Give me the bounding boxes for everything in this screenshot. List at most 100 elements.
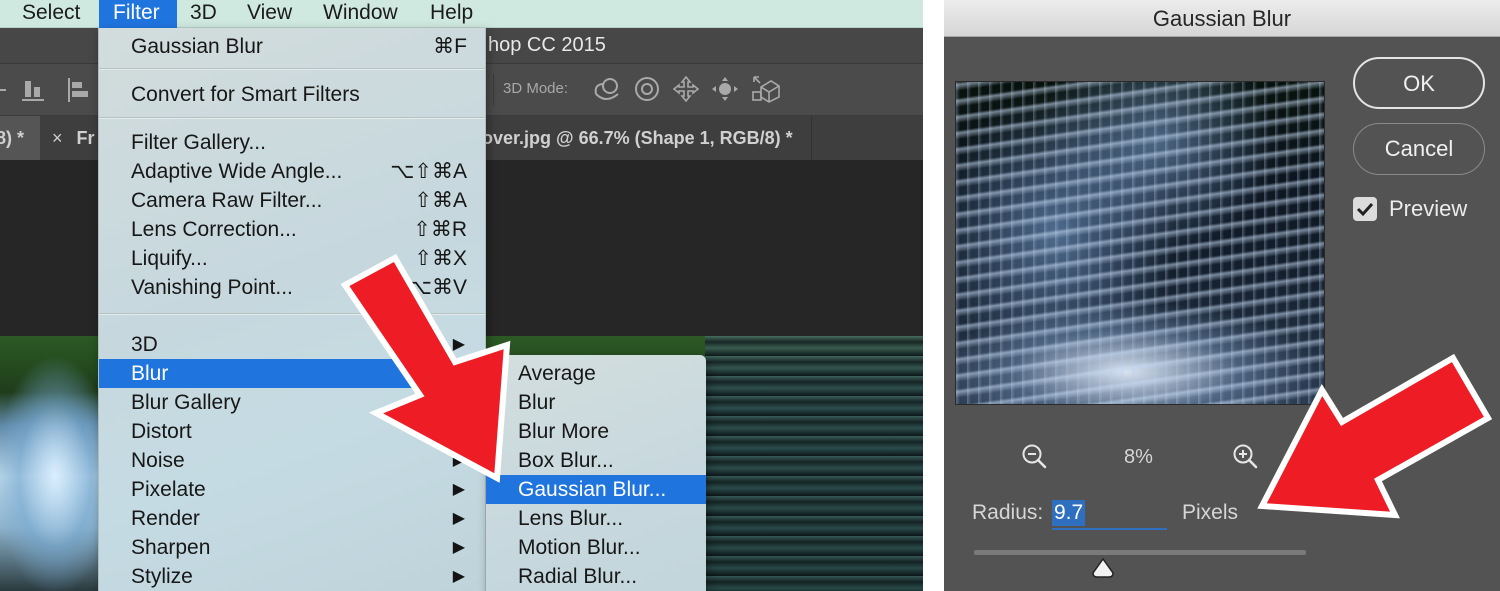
menu-item-distort[interactable]: Distort [99, 417, 485, 446]
menu-item-label: Adaptive Wide Angle... [131, 160, 343, 183]
menu-item-3d[interactable]: 3D ▶ [99, 330, 485, 359]
menu-item-label: Camera Raw Filter... [131, 189, 323, 212]
menu-item-liquify[interactable]: Liquify... ⇧⌘X [99, 244, 485, 273]
document-tab-1[interactable]: 8) * [0, 116, 40, 160]
menu-item-render[interactable]: Render ▶ [99, 504, 485, 533]
3d-mode-label: 3D Mode: [503, 80, 569, 97]
menu-item-label: Gaussian Blur [131, 35, 263, 58]
menu-item-label: Render [131, 507, 200, 530]
radius-value: 9.7 [1052, 500, 1086, 526]
menu-item-lens-correction[interactable]: Lens Correction... ⇧⌘R [99, 215, 485, 244]
blur-submenu: Average Blur Blur More Box Blur... Gauss… [486, 355, 706, 591]
menu-item-blur[interactable]: Blur [99, 359, 485, 388]
menu-item-label: Vanishing Point... [131, 276, 293, 299]
waterfall-photo-rocks [705, 336, 923, 591]
shortcut-label: ⇧⌘X [414, 247, 467, 270]
menu-item-last-filter[interactable]: Gaussian Blur ⌘F [99, 32, 485, 61]
radius-unit-label: Pixels [1182, 501, 1239, 524]
menu-item-label: Sharpen [131, 536, 211, 559]
menu-item-label: Filter Gallery... [131, 131, 266, 154]
menu-3d[interactable]: 3D [180, 0, 227, 28]
submenu-item-lens-blur[interactable]: Lens Blur... [486, 504, 706, 533]
preview-checkbox[interactable] [1353, 197, 1377, 221]
checkmark-icon [1356, 202, 1374, 217]
submenu-arrow-icon: ▶ [452, 568, 465, 585]
submenu-item-motion-blur[interactable]: Motion Blur... [486, 533, 706, 562]
submenu-item-box-blur[interactable]: Box Blur... [486, 446, 706, 475]
menu-help[interactable]: Help [420, 0, 483, 28]
menu-select[interactable]: Select [12, 0, 90, 28]
app-title: hop CC 2015 [488, 34, 606, 56]
tab-label: over.jpg @ 66.7% (Shape 1, RGB/8) * [482, 128, 793, 148]
menu-item-stylize[interactable]: Stylize ▶ [99, 562, 485, 591]
filter-menu: Gaussian Blur ⌘F Convert for Smart Filte… [98, 28, 486, 591]
submenu-item-blur[interactable]: Blur [486, 388, 706, 417]
submenu-arrow-icon: ▶ [452, 539, 465, 556]
submenu-arrow-icon: ▶ [452, 336, 465, 353]
3d-pan-icon[interactable] [673, 76, 699, 102]
3d-slide-icon[interactable] [711, 76, 739, 102]
shortcut-label: ⌘F [433, 35, 467, 58]
align-bottom-icon[interactable] [22, 78, 44, 102]
menu-item-convert-smart-filters[interactable]: Convert for Smart Filters [99, 80, 485, 109]
tab-label: Fr [76, 128, 95, 148]
document-tab-2[interactable]: × Fr [42, 116, 105, 160]
shortcut-label: ⌥⇧⌘A [390, 160, 467, 183]
radius-input[interactable]: 9.7 [1052, 498, 1167, 530]
zoom-in-icon[interactable] [1232, 443, 1260, 471]
menu-item-pixelate[interactable]: Pixelate ▶ [99, 475, 485, 504]
align-left-icon[interactable] [68, 78, 90, 102]
menu-item-vanishing-point[interactable]: Vanishing Point... ⌥⌘V [99, 273, 485, 302]
menu-item-noise[interactable]: Noise ▶ [99, 446, 485, 475]
dialog-title: Gaussian Blur [944, 0, 1500, 37]
submenu-item-gaussian-blur[interactable]: Gaussian Blur... [486, 475, 706, 504]
3d-scale-icon[interactable] [751, 75, 781, 103]
menu-item-blur-gallery[interactable]: Blur Gallery [99, 388, 485, 417]
zoom-out-icon[interactable] [1021, 443, 1049, 471]
menu-divider [99, 68, 485, 70]
shortcut-label: ⌥⌘V [407, 276, 467, 299]
close-tab-icon[interactable]: × [52, 128, 63, 148]
menu-bar: Select Filter 3D View Window Help [0, 0, 923, 28]
submenu-item-blur-more[interactable]: Blur More [486, 417, 706, 446]
submenu-arrow-icon: ▶ [452, 452, 465, 469]
menu-filter[interactable]: Filter [99, 0, 177, 28]
menu-divider [99, 117, 485, 119]
menu-item-label: Convert for Smart Filters [131, 83, 360, 106]
menu-window[interactable]: Window [313, 0, 408, 28]
menu-view[interactable]: View [237, 0, 302, 28]
tab-label: 8) * [0, 128, 25, 148]
menu-divider [99, 313, 485, 315]
radius-slider-thumb[interactable] [1091, 557, 1115, 579]
shortcut-label: ⇧⌘A [414, 189, 467, 212]
submenu-arrow-icon: ▶ [452, 481, 465, 498]
menu-item-camera-raw[interactable]: Camera Raw Filter... ⇧⌘A [99, 186, 485, 215]
menu-item-filter-gallery[interactable]: Filter Gallery... [99, 128, 485, 157]
menu-item-sharpen[interactable]: Sharpen ▶ [99, 533, 485, 562]
menu-item-label: 3D [131, 333, 158, 356]
gaussian-blur-dialog: Gaussian Blur OK Cancel Preview 8% Radiu… [944, 0, 1500, 591]
radius-slider[interactable] [974, 550, 1306, 555]
shortcut-label: ⇧⌘R [413, 218, 467, 241]
menu-item-label: Pixelate [131, 478, 206, 501]
menu-item-adaptive-wide-angle[interactable]: Adaptive Wide Angle... ⌥⇧⌘A [99, 157, 485, 186]
3d-orbit-icon[interactable] [592, 76, 622, 104]
cancel-button[interactable]: Cancel [1353, 123, 1485, 175]
ok-button[interactable]: OK [1353, 57, 1485, 109]
preview-label: Preview [1389, 196, 1468, 221]
radius-label: Radius: [972, 501, 1044, 524]
toolbar-separator [493, 74, 494, 106]
zoom-level: 8% [1124, 446, 1153, 468]
photoshop-window: Select Filter 3D View Window Help hop CC… [0, 0, 923, 591]
document-tab-3[interactable]: over.jpg @ 66.7% (Shape 1, RGB/8) * [472, 116, 812, 160]
menu-item-label: Liquify... [131, 247, 208, 270]
menu-item-label: Blur Gallery [131, 391, 241, 414]
menu-item-label: Blur [131, 362, 169, 385]
submenu-item-average[interactable]: Average [486, 359, 706, 388]
menu-item-label: Noise [131, 449, 185, 472]
menu-item-label: Lens Correction... [131, 218, 297, 241]
submenu-item-radial-blur[interactable]: Radial Blur... [486, 562, 706, 591]
blur-preview-image[interactable] [955, 81, 1325, 405]
3d-roll-icon[interactable] [634, 76, 660, 102]
partial-icon [0, 89, 6, 91]
